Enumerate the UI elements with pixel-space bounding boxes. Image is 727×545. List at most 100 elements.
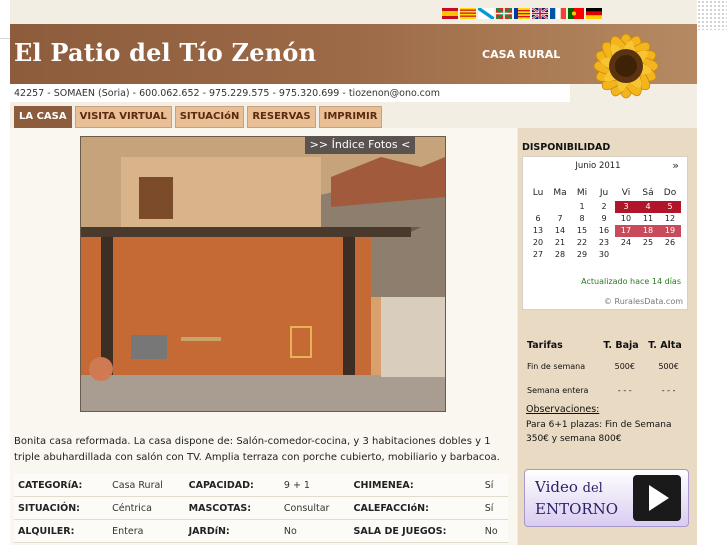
calendar-day: 14: [554, 226, 566, 235]
site-title[interactable]: El Patio del Tío Zenón: [14, 38, 316, 67]
feature-label: JARDíN:: [184, 519, 280, 543]
feature-value: 9 + 1: [279, 474, 350, 497]
flag-gl-icon[interactable]: [478, 8, 494, 19]
feature-label: CHIMENEA:: [349, 474, 481, 497]
calendar-day-header: Sá: [642, 188, 654, 198]
calendar-day: 9: [601, 214, 607, 223]
calendar-day: 5: [659, 201, 681, 213]
calendar-empty-cell: [615, 249, 637, 261]
availability-title: DISPONIBILIDAD: [522, 142, 611, 153]
feature-label: SALA DE JUEGOS:: [349, 519, 481, 543]
rates-header-cell: T. Alta: [648, 339, 682, 351]
calendar-day: 23: [598, 238, 610, 247]
feature-label: CAPACIDAD:: [184, 474, 280, 497]
nav-la-casa[interactable]: LA CASA: [14, 106, 72, 128]
nav-reservas[interactable]: RESERVAS: [247, 106, 316, 128]
calendar-day: 2: [601, 202, 607, 211]
calendar-day-header: Lu: [532, 188, 544, 198]
features-table: CATEGORíA: Casa Rural CAPACIDAD: 9 + 1 C…: [14, 474, 508, 543]
feature-label: SITUACIÓN:: [14, 496, 109, 520]
observations-title: Observaciones:: [526, 404, 600, 415]
observations-text: Para 6+1 plazas: Fin de Semana 350€ y se…: [526, 420, 672, 444]
features-row: SITUACIÓN: Céntrica MASCOTAS: Consultar …: [14, 496, 508, 520]
calendar-day: 10: [620, 214, 632, 223]
rates-cell: - - -: [661, 385, 676, 395]
calendar-grid: Lu Ma Mi Ju Vi Sá Do 1 2 3 4 5 6 7 8 9 10 11 12 13 14 15 16 17 1…: [527, 185, 681, 261]
calendar-empty-cell: [549, 201, 571, 213]
calendar-day-header: Vi: [621, 188, 631, 198]
rates-row: Fin de semana 500€ 500€: [526, 354, 690, 378]
calendar-day: 17: [615, 225, 637, 237]
calendar-day-header: Ju: [599, 188, 609, 198]
calendar-day: 13: [532, 226, 544, 235]
play-icon: [633, 475, 681, 521]
rates-cell: Fin de semana: [527, 361, 586, 371]
calendar-day: 15: [576, 226, 588, 235]
feature-label: CALEFACCIóN:: [349, 496, 481, 520]
nav-imprimir[interactable]: IMPRIMIR: [318, 106, 383, 128]
feature-value: Consultar: [279, 496, 350, 520]
nav-visita-virtual[interactable]: VISITA VIRTUAL: [74, 106, 172, 128]
features-row: CATEGORíA: Casa Rural CAPACIDAD: 9 + 1 C…: [14, 474, 508, 497]
calendar-day: 26: [664, 238, 676, 247]
house-photo[interactable]: [80, 136, 446, 412]
calendar-credit-link[interactable]: © RuralesData.com: [523, 297, 683, 306]
photo-illustration: [81, 137, 445, 411]
calendar-day: 1: [579, 202, 585, 211]
calendar-next-icon[interactable]: »: [672, 159, 679, 172]
site-subtitle: CASA RURAL: [482, 48, 561, 61]
feature-label: ALQUILER:: [14, 519, 109, 543]
video-entorno-button[interactable]: Video del ENTORNO: [524, 469, 689, 527]
rates-header-cell: Tarifas: [527, 339, 563, 351]
calendar-updated: Actualizado hace 14 días: [581, 277, 681, 286]
rates-cell: - - -: [617, 385, 632, 395]
video-label-line1: Video: [535, 478, 578, 496]
calendar-day-header: Mi: [576, 188, 588, 198]
calendar-day-header: Ma: [553, 188, 567, 198]
calendar-day: 12: [664, 214, 676, 223]
sunflower-logo: [593, 33, 659, 99]
flag-en-icon[interactable]: [532, 8, 548, 19]
rates-cell: 500€: [658, 361, 679, 371]
calendar-day: 24: [620, 238, 632, 247]
calendar-day: 25: [642, 238, 654, 247]
feature-value: No: [480, 519, 508, 543]
calendar-day: 7: [557, 214, 563, 223]
feature-value: Sí: [480, 474, 508, 497]
rates-header-cell: T. Baja: [603, 339, 639, 351]
calendar-month: Junio 2011: [575, 161, 621, 171]
calendar-day: 30: [598, 250, 610, 259]
flag-eu-icon[interactable]: [496, 8, 512, 19]
feature-value: Casa Rural: [108, 474, 185, 497]
calendar-empty-cell: [527, 201, 549, 213]
flag-es-icon[interactable]: [442, 8, 458, 19]
calendar-day-header: Do: [663, 188, 677, 198]
house-description: Bonita casa reformada. La casa dispone d…: [14, 436, 500, 463]
calendar-day: 22: [576, 238, 588, 247]
calendar-empty-cell: [637, 249, 659, 261]
rates-row: Semana entera - - - - - -: [526, 378, 690, 402]
photo-index-button[interactable]: >> Índice Fotos <: [305, 136, 415, 154]
flag-va-icon[interactable]: [514, 8, 530, 19]
calendar-day: 11: [642, 214, 654, 223]
calendar-day: 27: [532, 250, 544, 259]
feature-label: CATEGORíA:: [14, 474, 109, 497]
nav-situacion[interactable]: SITUACIóN: [174, 106, 245, 128]
calendar-day: 3: [615, 201, 637, 213]
corner-dots-decoration: [693, 0, 727, 30]
calendar-day: 28: [554, 250, 566, 259]
feature-value: No: [279, 519, 350, 543]
main-nav: LA CASA VISITA VIRTUAL SITUACIóN RESERVA…: [14, 106, 383, 128]
calendar-empty-cell: [659, 249, 681, 261]
feature-value: Entera: [108, 519, 185, 543]
video-label: Video del ENTORNO: [535, 477, 618, 520]
feature-label: MASCOTAS:: [184, 496, 280, 520]
calendar-day: 6: [535, 214, 541, 223]
side-rule: [0, 38, 10, 39]
calendar-day: 19: [659, 225, 681, 237]
features-row: ALQUILER: Entera JARDíN: No SALA DE JUEG…: [14, 519, 508, 543]
calendar-day: 16: [598, 226, 610, 235]
flag-ca-icon[interactable]: [460, 8, 476, 19]
video-label-small: del: [582, 481, 603, 496]
rates-cell: Semana entera: [527, 385, 589, 395]
